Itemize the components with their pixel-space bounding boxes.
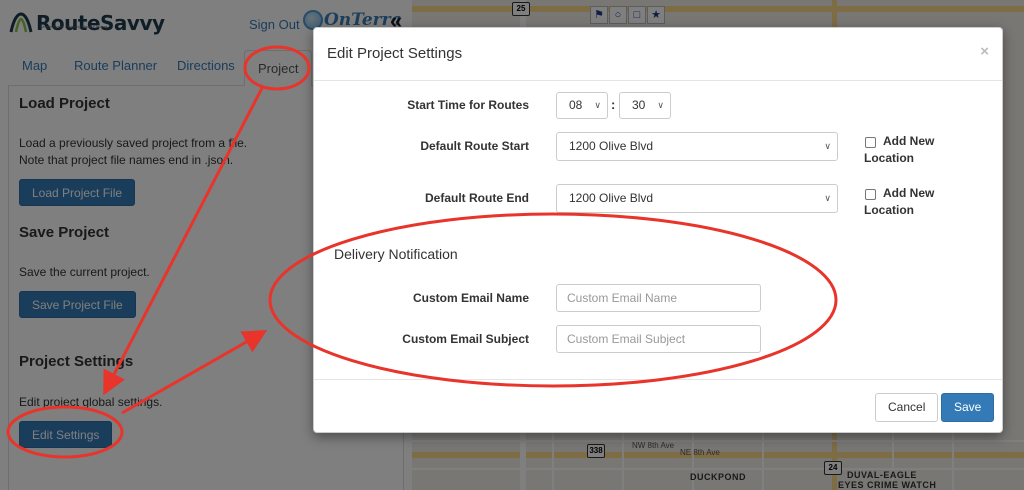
dialog-header: Edit Project Settings × — [314, 28, 1002, 81]
default-route-start-label: Default Route Start — [420, 139, 529, 153]
custom-email-subject-label: Custom Email Subject — [402, 332, 529, 346]
route-end-add-new-label-1: Add New — [883, 186, 935, 200]
route-start-add-new-checkbox[interactable] — [865, 137, 876, 148]
time-separator: : — [611, 97, 616, 112]
start-hour-select[interactable]: 08 ∨ — [556, 92, 608, 119]
route-start-add-new-label-1: Add New — [883, 134, 935, 148]
custom-email-name-input[interactable] — [556, 284, 761, 312]
cancel-button[interactable]: Cancel — [875, 393, 939, 422]
route-end-add-new-label-2: Location — [864, 203, 914, 217]
custom-email-subject-input[interactable] — [556, 325, 761, 353]
dialog-title: Edit Project Settings — [327, 45, 463, 62]
route-end-value: 1200 Olive Blvd — [569, 191, 654, 205]
chevron-down-icon: ∨ — [824, 141, 831, 151]
default-route-end-select[interactable]: 1200 Olive Blvd ∨ — [556, 184, 838, 213]
route-start-add-new-label-2: Location — [864, 151, 914, 165]
chevron-down-icon: ∨ — [824, 193, 831, 203]
close-icon[interactable]: × — [980, 43, 989, 60]
custom-email-name-label: Custom Email Name — [412, 291, 529, 305]
chevron-down-icon: ∨ — [657, 100, 664, 110]
start-minute-select[interactable]: 30 ∨ — [619, 92, 671, 119]
dialog-footer: Cancel Save — [314, 379, 1002, 433]
route-end-add-new-checkbox[interactable] — [865, 189, 876, 200]
save-button[interactable]: Save — [941, 393, 995, 422]
edit-project-settings-dialog: Edit Project Settings × Start Time for R… — [313, 27, 1003, 433]
chevron-down-icon: ∨ — [594, 100, 601, 110]
start-hour-value: 08 — [569, 98, 583, 112]
default-route-start-select[interactable]: 1200 Olive Blvd ∨ — [556, 132, 838, 161]
start-minute-value: 30 — [632, 98, 646, 112]
delivery-notification-heading: Delivery Notification — [334, 246, 458, 262]
route-start-value: 1200 Olive Blvd — [569, 139, 654, 153]
default-route-end-label: Default Route End — [425, 191, 529, 205]
start-time-label: Start Time for Routes — [407, 98, 529, 112]
